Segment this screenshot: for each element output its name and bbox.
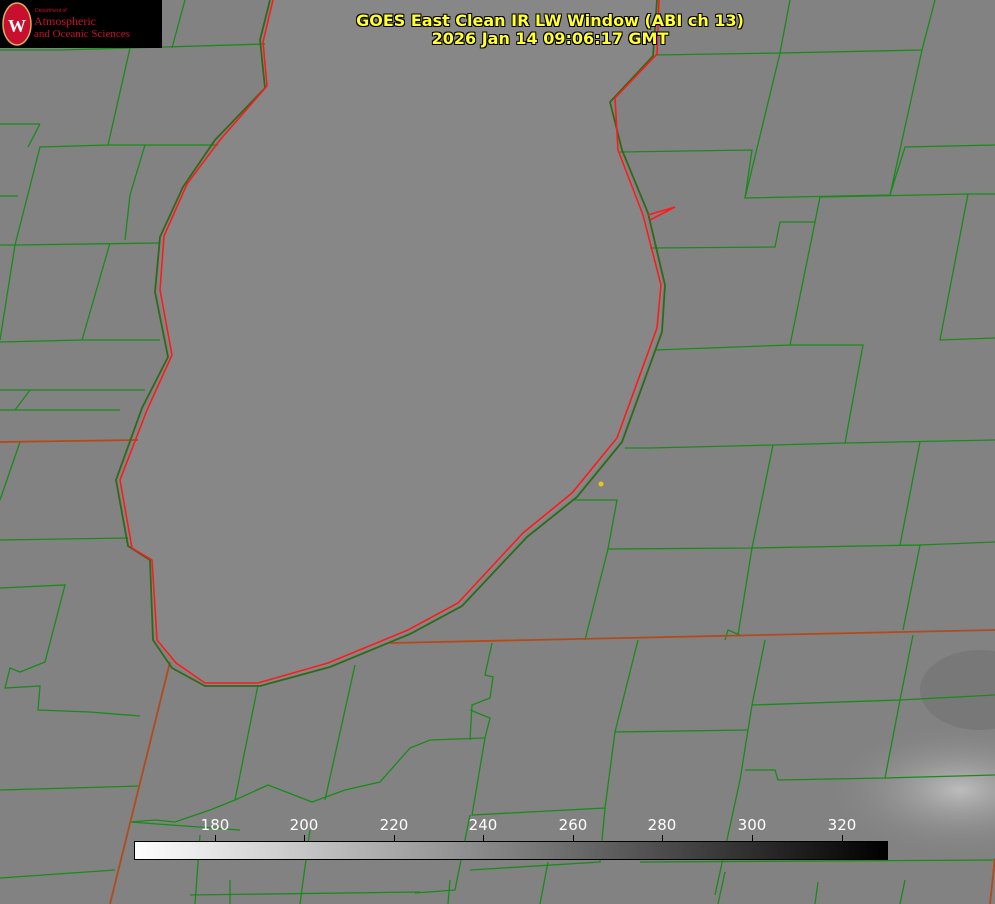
satellite-map (0, 0, 995, 904)
uw-aos-logo: W Department of Atmospheric and Oceanic … (0, 0, 162, 48)
logo-line2: and Oceanic Sciences (34, 28, 130, 40)
colorbar-tick-label: 180 (200, 816, 230, 834)
colorbar-tick-label: 200 (289, 816, 319, 834)
colorbar-tick-label: 300 (737, 816, 767, 834)
uw-seal-icon: W (2, 2, 32, 46)
map-title: GOES East Clean IR LW Window (ABI ch 13) (356, 11, 744, 30)
colorbar-tick-label: 220 (379, 816, 409, 834)
colorbar-tick-label: 320 (827, 816, 857, 834)
site-marker (598, 481, 604, 487)
colorbar-tick-label: 260 (558, 816, 588, 834)
colorbar-tick-label: 280 (647, 816, 677, 834)
logo-line1: Atmospheric (34, 14, 96, 28)
map-timestamp: 2026 Jan 14 09:06:17 GMT (431, 29, 669, 48)
colorbar (134, 841, 888, 860)
svg-text:W: W (8, 16, 26, 36)
colorbar-tick-label: 240 (468, 816, 498, 834)
